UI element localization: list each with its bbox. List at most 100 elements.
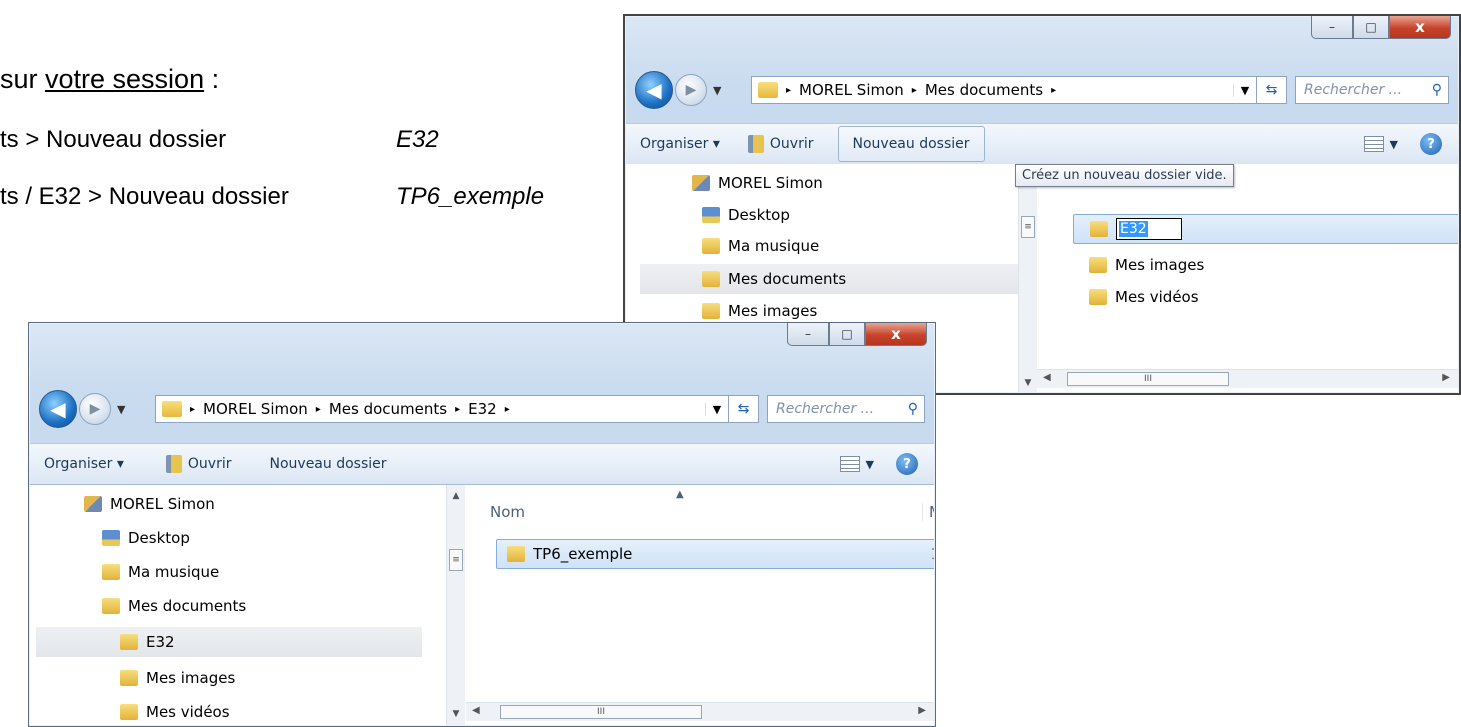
scrollbar-thumb[interactable]: III [500, 705, 702, 719]
scrollbar-thumb[interactable]: ≡ [449, 549, 463, 571]
folder-icon [702, 303, 720, 319]
forward-arrow-icon[interactable]: ▶ [79, 393, 111, 425]
command-bar: Organiser ▾ Ouvrir Nouveau dossier ▼ ? [30, 443, 934, 485]
breadcrumb-item[interactable]: E32 [468, 400, 497, 418]
breadcrumb-separator-icon[interactable]: ▸ [316, 404, 321, 415]
minimize-button[interactable]: – [787, 323, 829, 346]
breadcrumb-item[interactable]: Mes documents [329, 400, 447, 418]
address-dropdown-icon[interactable]: ▼ [1233, 83, 1256, 97]
navigation-scrollbar[interactable]: ≡ ▼ [1018, 164, 1037, 392]
open-button[interactable]: Ouvrir [734, 127, 828, 161]
tree-item-label: Mes vidéos [146, 703, 230, 721]
scroll-down-icon[interactable]: ▼ [1019, 378, 1037, 388]
tree-item-morel-simon[interactable]: MOREL Simon [692, 168, 823, 198]
file-item-mes-images[interactable]: Mes images [1089, 250, 1204, 280]
search-icon[interactable]: ⚲ [908, 401, 918, 417]
organize-button[interactable]: Organiser ▾ [30, 447, 138, 481]
open-icon [747, 135, 764, 153]
view-options-icon[interactable] [839, 456, 860, 472]
search-icon[interactable]: ⚲ [1432, 82, 1442, 98]
forward-arrow-icon[interactable]: ▶ [675, 74, 707, 106]
instruction-title-prefix: sur [0, 64, 46, 94]
recent-pages-dropdown[interactable]: ▼ [713, 84, 721, 97]
organize-button[interactable]: Organiser ▾ [626, 127, 734, 161]
instruction-line-1-text: ts > Nouveau dossier [0, 126, 227, 153]
address-bar[interactable]: ▸ MOREL Simon ▸ Mes documents ▸ E32 ▸ ▼ [155, 395, 729, 423]
tree-item-label: Ma musique [128, 563, 220, 581]
help-icon[interactable]: ? [1420, 133, 1442, 155]
folder-icon [758, 82, 778, 98]
breadcrumb-item[interactable]: Mes documents [925, 81, 1043, 99]
scrollbar-thumb[interactable]: ≡ [1021, 216, 1035, 238]
navigation-scrollbar[interactable]: ▲ ≡ ▼ [446, 485, 465, 725]
scroll-down-icon[interactable]: ▼ [447, 709, 465, 719]
file-item-tp6-exemple[interactable]: TP6_exemple 1: [496, 539, 934, 569]
breadcrumb-separator-icon[interactable]: ▸ [912, 85, 917, 96]
address-bar[interactable]: ▸ MOREL Simon ▸ Mes documents ▸ ▼ [751, 76, 1257, 104]
tree-item-morel-simon[interactable]: MOREL Simon [84, 489, 215, 519]
column-header-name[interactable]: Nom [490, 503, 525, 521]
maximize-button[interactable]: □ [1353, 16, 1389, 39]
desktop-icon [102, 530, 120, 546]
instruction-title: sur votre session : [0, 64, 219, 95]
column-header-modified[interactable]: M [922, 503, 934, 521]
close-button[interactable]: x [1389, 16, 1451, 39]
tree-item-mes-videos[interactable]: Mes vidéos [120, 697, 230, 725]
tree-item-mes-documents[interactable]: Mes documents [640, 264, 1018, 294]
breadcrumb-separator-icon[interactable]: ▸ [1051, 85, 1056, 96]
folder-icon [162, 401, 182, 417]
close-button[interactable]: x [865, 323, 927, 346]
view-options-icon[interactable] [1363, 136, 1384, 152]
breadcrumb-separator-icon[interactable]: ▸ [505, 404, 510, 415]
open-button[interactable]: Ouvrir [152, 447, 246, 481]
search-input[interactable]: Rechercher ... ⚲ [1295, 76, 1449, 104]
tree-item-mes-documents[interactable]: Mes documents [102, 591, 246, 621]
open-label: Ouvrir [769, 136, 814, 152]
breadcrumb-separator-icon[interactable]: ▸ [190, 404, 195, 415]
file-item-mes-videos[interactable]: Mes vidéos [1089, 282, 1199, 312]
scroll-left-icon[interactable]: ◀ [1043, 372, 1051, 383]
address-dropdown-icon[interactable]: ▼ [705, 402, 728, 416]
tree-item-e32[interactable]: E32 [36, 627, 422, 657]
scroll-right-icon[interactable]: ▶ [918, 705, 926, 716]
breadcrumb-separator-icon[interactable]: ▸ [455, 404, 460, 415]
minimize-button[interactable]: – [1311, 16, 1353, 39]
instruction-line-1: ts > Nouveau dossier E32 [0, 126, 439, 154]
new-folder-button[interactable]: Nouveau dossier [837, 126, 985, 162]
new-folder-button[interactable]: Nouveau dossier [256, 447, 401, 481]
file-list-horizontal-scrollbar[interactable]: ◀ III ▶ [1037, 369, 1458, 388]
file-list-horizontal-scrollbar[interactable]: ◀ III ▶ [466, 702, 934, 721]
recent-pages-dropdown[interactable]: ▼ [117, 403, 125, 416]
tree-item-desktop[interactable]: Desktop [102, 523, 190, 553]
scroll-up-icon[interactable]: ▲ [447, 491, 465, 501]
file-item-new-folder[interactable]: E32 [1073, 214, 1458, 244]
tree-item-desktop[interactable]: Desktop [702, 200, 790, 230]
scrollbar-thumb[interactable]: III [1067, 372, 1229, 386]
back-arrow-icon[interactable]: ◀ [635, 71, 673, 109]
scroll-right-icon[interactable]: ▶ [1442, 372, 1450, 383]
open-icon [165, 455, 182, 473]
view-dropdown-icon[interactable]: ▼ [866, 458, 874, 471]
maximize-button[interactable]: □ [829, 323, 865, 346]
search-input[interactable]: Rechercher ... ⚲ [767, 395, 925, 423]
refresh-icon[interactable]: ⇆ [1257, 76, 1287, 104]
tree-item-ma-musique[interactable]: Ma musique [702, 231, 819, 261]
navigation-pane: MOREL Simon Desktop Ma musique Mes docum… [30, 485, 422, 725]
tree-item-label: MOREL Simon [718, 174, 823, 192]
instruction-title-suffix: : [204, 64, 220, 94]
caption-buttons: – □ x [787, 323, 927, 349]
rename-input[interactable]: E32 [1116, 218, 1182, 240]
scroll-left-icon[interactable]: ◀ [472, 705, 480, 716]
tree-item-mes-images[interactable]: Mes images [120, 663, 235, 693]
view-dropdown-icon[interactable]: ▼ [1390, 138, 1398, 151]
breadcrumb-item[interactable]: MOREL Simon [203, 400, 308, 418]
tree-item-ma-musique[interactable]: Ma musique [102, 557, 219, 587]
refresh-icon[interactable]: ⇆ [729, 395, 759, 423]
tree-item-label: Desktop [128, 529, 190, 547]
help-icon[interactable]: ? [896, 453, 918, 475]
back-arrow-icon[interactable]: ◀ [39, 390, 77, 428]
breadcrumb-item[interactable]: MOREL Simon [799, 81, 904, 99]
file-item-label: Mes vidéos [1115, 288, 1199, 306]
instruction-line-2-value: TP6_exemple [396, 183, 545, 210]
breadcrumb-separator-icon[interactable]: ▸ [786, 85, 791, 96]
